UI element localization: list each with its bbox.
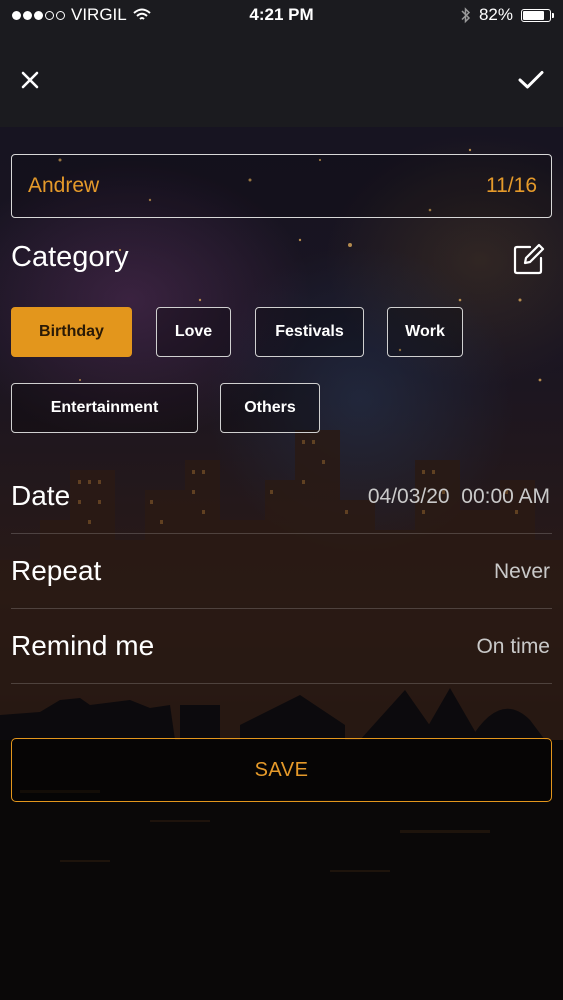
confirm-button[interactable] <box>511 60 551 100</box>
status-bar: VIRGIL 4:21 PM 82% <box>0 0 563 30</box>
nav-bar <box>0 30 563 127</box>
repeat-row[interactable]: Repeat Never <box>11 533 552 609</box>
name-input[interactable] <box>28 174 328 198</box>
battery-level <box>523 10 544 20</box>
repeat-label: Repeat <box>11 555 102 586</box>
battery-percent: 82% <box>478 5 513 24</box>
edit-icon <box>513 243 545 275</box>
category-chip-entertainment[interactable]: Entertainment <box>11 383 198 433</box>
close-icon <box>21 71 39 89</box>
category-chip-festivals[interactable]: Festivals <box>255 307 364 357</box>
remind-value: On time <box>476 635 550 658</box>
remind-row[interactable]: Remind me On time <box>11 608 552 684</box>
date-value: 04/03/20 00:00 AM <box>367 485 550 508</box>
remind-label: Remind me <box>11 630 155 661</box>
category-chip-work[interactable]: Work <box>387 307 463 357</box>
category-title: Category <box>11 241 129 273</box>
battery-icon <box>521 8 554 22</box>
status-right: 82% <box>461 5 554 25</box>
category-chip-love[interactable]: Love <box>156 307 231 357</box>
checkmark-icon <box>518 71 544 89</box>
date-label: Date <box>11 480 71 511</box>
close-button[interactable] <box>10 60 50 100</box>
save-button[interactable]: SAVE <box>11 738 552 802</box>
repeat-value: Never <box>493 560 550 583</box>
main-content: 11/16 Category Birthday Love Festivals W… <box>0 127 563 1000</box>
bluetooth-icon <box>461 6 471 23</box>
date-row[interactable]: Date 04/03/20 00:00 AM <box>11 458 552 534</box>
name-field[interactable]: 11/16 <box>11 154 552 218</box>
category-chip-others[interactable]: Others <box>220 383 320 433</box>
character-counter: 11/16 <box>486 174 537 197</box>
edit-category-button[interactable] <box>511 241 547 277</box>
category-chip-birthday[interactable]: Birthday <box>11 307 132 357</box>
